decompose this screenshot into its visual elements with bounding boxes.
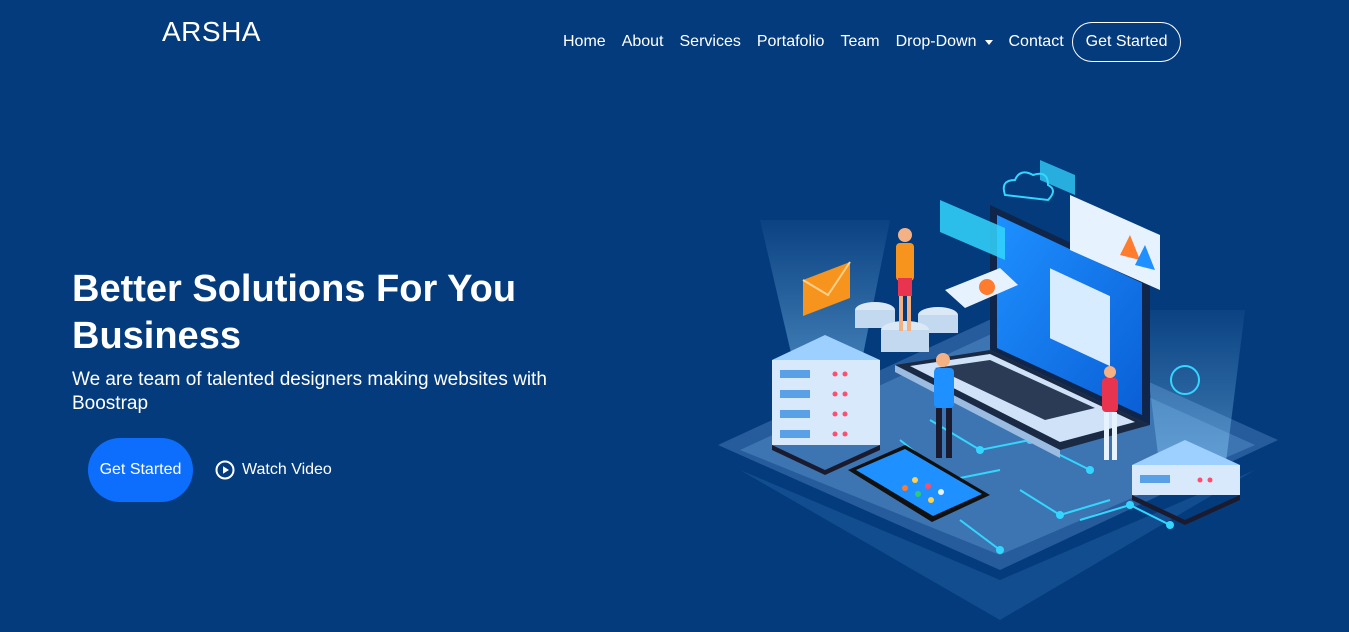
nav-portfolio[interactable]: Portafolio	[749, 33, 833, 51]
play-circle-icon	[215, 460, 235, 480]
watch-video-label: Watch Video	[242, 461, 332, 478]
hero-illustration	[718, 160, 1278, 620]
nav-services[interactable]: Services	[672, 33, 749, 51]
nav-dropdown[interactable]: Drop-Down	[888, 33, 1001, 51]
site-logo[interactable]: ARSHA	[162, 16, 261, 48]
hero-get-started-button[interactable]: Get Started	[88, 438, 193, 502]
chevron-down-icon	[984, 39, 993, 45]
header-get-started-button[interactable]: Get Started	[1071, 22, 1182, 62]
nav-about[interactable]: About	[614, 33, 672, 51]
main-nav: Home About Services Portafolio Team Drop…	[555, 22, 1182, 62]
nav-team[interactable]: Team	[832, 33, 887, 51]
nav-home[interactable]: Home	[555, 33, 614, 51]
hero-subtitle: We are team of talented designers making…	[72, 369, 547, 414]
nav-contact[interactable]: Contact	[1001, 33, 1072, 51]
watch-video-link[interactable]: Watch Video	[215, 459, 332, 481]
hero-title: Better Solutions For You Business	[72, 268, 517, 357]
nav-dropdown-label: Drop-Down	[895, 33, 977, 50]
